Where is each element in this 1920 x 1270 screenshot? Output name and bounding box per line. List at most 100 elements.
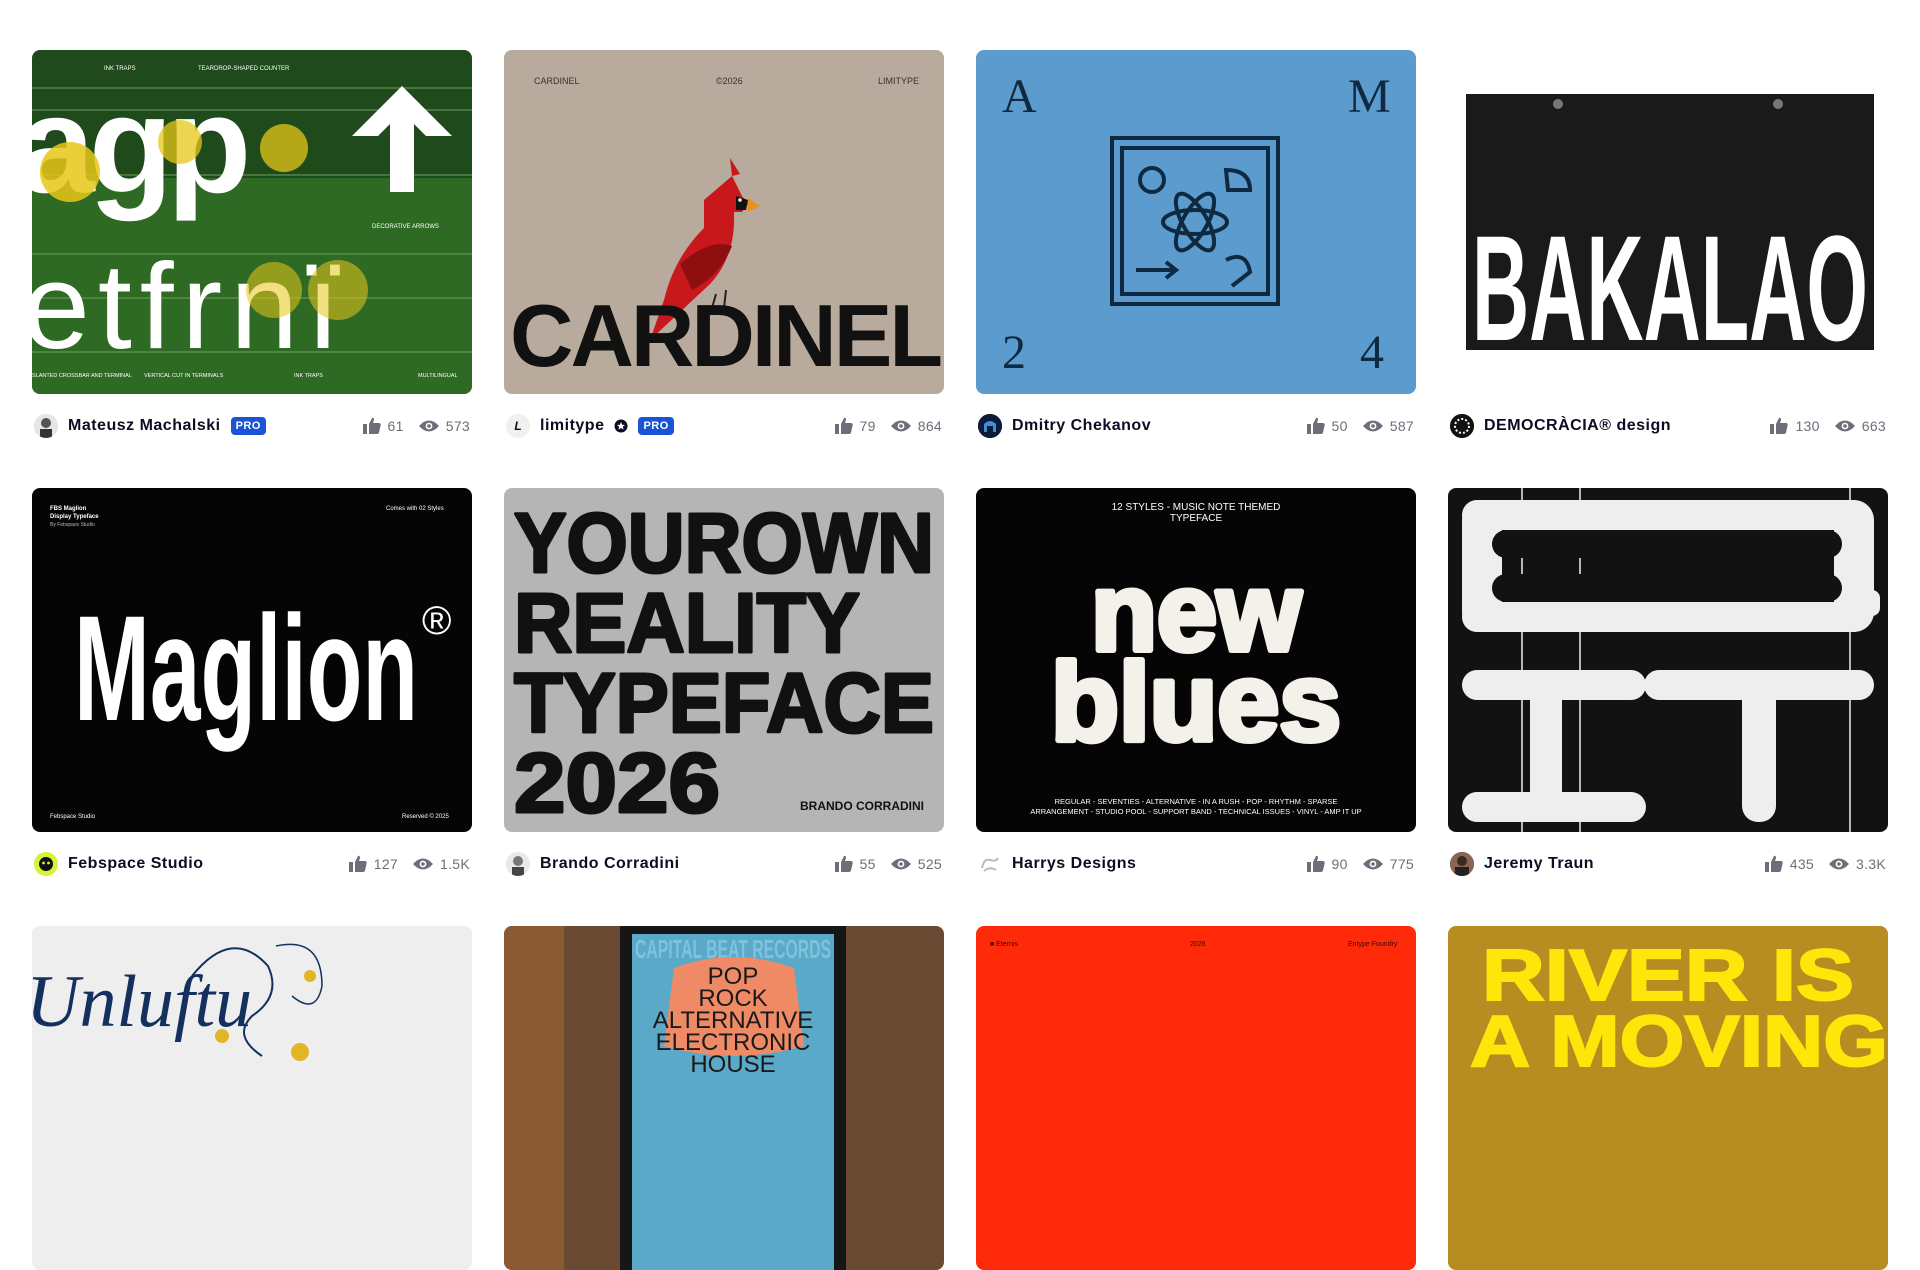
shot-meta: DEMOCRÀCIA® design 130 663 [1448,394,1888,458]
avatar [1450,852,1474,876]
avatar: L [506,414,530,438]
art-caption: Reserved © 2025 [402,813,449,820]
art-corner: 2 [1002,326,1026,379]
shot-card: CAPITAL BEAT RECORDS POP ROCK ALTERNATIV… [504,926,944,1270]
shot-artwork-yourown: YOUROWN REALITY TYPEFACE 2026 BRANDO COR… [504,488,944,832]
author-link[interactable]: Mateusz Machalski PRO [34,414,266,438]
like-count: 79 [859,418,876,434]
eye-icon [890,420,911,432]
thumbs-up-icon [1306,417,1325,434]
shot-thumbnail[interactable]: CARDINEL ©2026 LIMITYPE CARDINEL [504,50,944,394]
like-button[interactable]: 79 [834,417,876,435]
shot-card: Unluftu [32,926,472,1270]
author-name: Brando Corradini [540,855,680,872]
shot-artwork-agp: INK TRAPS TEARDROP-SHAPED COUNTER agp DE… [32,50,472,394]
shot-card: INK TRAPS TEARDROP-SHAPED COUNTER agp DE… [32,50,472,458]
thumbs-up-icon [834,417,853,434]
art-caption: BRANDO CORRADINI [800,799,924,813]
shot-thumbnail[interactable]: Unluftu [32,926,472,1270]
view-count-group: 1.5K [412,856,470,872]
shot-thumbnail[interactable]: YOUROWN REALITY TYPEFACE 2026 BRANDO COR… [504,488,944,832]
like-button[interactable]: 130 [1769,417,1819,435]
art-caption: TYPEFACE [1170,513,1223,524]
shot-artwork-poster: CAPITAL BEAT RECORDS POP ROCK ALTERNATIV… [504,926,944,1270]
avatar [978,414,1002,438]
art-caption: VERTICAL CUT IN TERMINALS [144,373,224,379]
avatar [978,852,1002,876]
thumbs-up-icon [348,855,367,872]
art-caption: Comes with 02 Styles [386,506,444,512]
view-count-group: 587 [1362,418,1414,434]
like-button[interactable]: 61 [362,417,404,435]
shot-stats: 90 775 [1306,855,1414,873]
view-count-group: 663 [1834,418,1886,434]
author-name: Dmitry Chekanov [1012,417,1152,434]
shot-thumbnail[interactable]: ■ Eternis 2026 Entype Foundry [976,926,1416,1270]
art-mark: ® [422,599,451,643]
like-button[interactable]: 90 [1306,855,1348,873]
art-caption: ©2026 [716,76,743,86]
art-word: Maglion [74,584,418,752]
view-count: 864 [917,418,942,434]
pro-badge: PRO [638,417,674,435]
art-caption: FBS Maglion [50,506,87,512]
shot-card: RIVER IS A MOVING [1448,926,1888,1270]
like-button[interactable]: 50 [1306,417,1348,435]
author-link[interactable]: Febspace Studio [34,852,204,876]
like-button[interactable]: 435 [1764,855,1814,873]
avatar [1450,414,1474,438]
shot-thumbnail[interactable]: CAPITAL BEAT RECORDS POP ROCK ALTERNATIV… [504,926,944,1270]
author-name: Jeremy Traun [1484,855,1595,872]
art-caption: Febspace Studio [50,814,96,820]
shot-thumbnail[interactable]: RIVER IS A MOVING [1448,926,1888,1270]
author-link[interactable]: Dmitry Chekanov [978,414,1151,438]
art-caption: INK TRAPS [294,373,323,379]
shot-stats: 61 573 [362,417,470,435]
author-name: limitype [540,417,605,434]
eye-icon [1829,858,1849,870]
art-corner: 4 [1360,326,1384,379]
shot-card: YOUROWN REALITY TYPEFACE 2026 BRANDO COR… [504,488,944,896]
shot-meta: Jeremy Traun 435 3.3K [1448,832,1888,896]
shot-thumbnail[interactable]: FBS Maglion Display Typeface By Febspace… [32,488,472,832]
shot-meta: L limitype PRO 79 864 [504,394,944,458]
art-caption: 12 STYLES - MUSIC NOTE THEMED [1112,502,1281,513]
shot-stats: 130 663 [1769,417,1886,435]
like-button[interactable]: 127 [348,855,398,873]
author-link[interactable]: DEMOCRÀCIA® design [1450,414,1671,438]
thumbs-up-icon [1764,855,1783,872]
author-link[interactable]: L limitype PRO [506,414,674,438]
view-count: 1.5K [440,856,470,872]
shot-stats: 55 525 [834,855,942,873]
shot-thumbnail[interactable]: BAKALAO [1448,50,1888,394]
author-link[interactable]: Brando Corradini [506,852,680,876]
shot-thumbnail[interactable]: A M 2 4 [976,50,1416,394]
like-count: 435 [1789,856,1814,872]
avatar [506,852,530,876]
thumbs-up-icon [362,417,381,434]
shot-artwork-new-blues: 12 STYLES - MUSIC NOTE THEMED TYPEFACE n… [976,488,1416,832]
shot-card: A M 2 4 Dmitry Chekanov 50 587 [976,50,1416,458]
shot-thumbnail[interactable] [1448,488,1888,832]
art-caption: By Febspace Studio [50,522,95,528]
atom-emblem-illustration [1110,136,1280,306]
author-link[interactable]: Jeremy Traun [1450,852,1594,876]
shot-artwork-blackletter: Unluftu [32,926,472,1270]
shot-stats: 50 587 [1306,417,1414,435]
shots-grid: INK TRAPS TEARDROP-SHAPED COUNTER agp DE… [32,50,1888,1270]
avatar [34,852,58,876]
shot-thumbnail[interactable]: 12 STYLES - MUSIC NOTE THEMED TYPEFACE n… [976,488,1416,832]
art-caption: 2026 [1190,941,1206,948]
like-button[interactable]: 55 [834,855,876,873]
art-caption: LIMITYPE [878,76,919,86]
shot-thumbnail[interactable]: INK TRAPS TEARDROP-SHAPED COUNTER agp DE… [32,50,472,394]
shot-stats: 127 1.5K [348,855,470,873]
view-count: 573 [445,418,470,434]
eye-icon [418,420,439,432]
art-corner: M [1348,70,1391,123]
author-link[interactable]: Harrys Designs [978,852,1136,876]
shot-card: 12 STYLES - MUSIC NOTE THEMED TYPEFACE n… [976,488,1416,896]
art-caption: Entype Foundry [1348,941,1398,948]
view-count: 587 [1389,418,1414,434]
pro-badge: PRO [230,417,266,435]
